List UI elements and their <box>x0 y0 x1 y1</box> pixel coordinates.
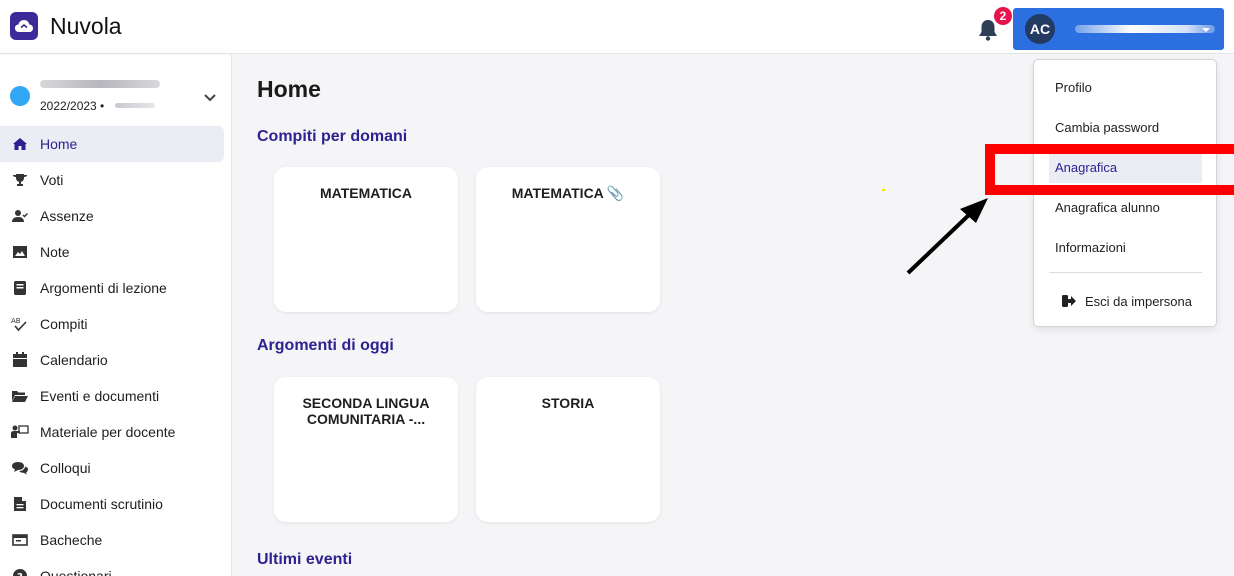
sidebar-item-label: Compiti <box>40 316 88 332</box>
sign-out-icon <box>1061 294 1077 308</box>
sidebar: 2022/2023 • Home Voti Assenze Note Argom… <box>0 55 232 576</box>
avatar <box>10 86 30 106</box>
sidebar-item-compiti[interactable]: AB Compiti <box>0 306 232 342</box>
stray-mark <box>882 189 885 191</box>
menu-item-anagrafica-alunno[interactable]: Anagrafica alunno <box>1049 191 1202 223</box>
sidebar-item-home[interactable]: Home <box>0 126 224 162</box>
menu-item-informazioni[interactable]: Informazioni <box>1049 231 1202 263</box>
sidebar-item-label: Materiale per docente <box>40 424 176 440</box>
sidebar-item-label: Argomenti di lezione <box>40 280 167 296</box>
page-title: Home <box>257 76 321 102</box>
caret-down-icon <box>1202 28 1210 32</box>
sidebar-item-voti[interactable]: Voti <box>0 162 232 198</box>
sidebar-item-colloqui[interactable]: Colloqui <box>0 450 232 486</box>
notification-badge: 2 <box>994 7 1012 25</box>
sidebar-item-label: Calendario <box>40 352 108 368</box>
student-selector[interactable]: 2022/2023 • <box>10 77 220 117</box>
redacted-student-name <box>40 80 160 88</box>
exit-label: Esci da impersona <box>1085 293 1192 309</box>
sidebar-item-documenti-scrutinio[interactable]: Documenti scrutinio <box>0 486 232 522</box>
section-title-compiti: Compiti per domani <box>257 128 408 145</box>
teacher-icon <box>10 422 30 442</box>
sidebar-item-label: Colloqui <box>40 460 91 476</box>
spellcheck-icon: AB <box>10 314 30 334</box>
paperclip-icon: 📎 <box>606 185 625 201</box>
sidebar-item-label: Home <box>40 136 78 152</box>
svg-text:AB: AB <box>11 317 21 325</box>
top-bar: Nuvola 2 AC <box>0 0 1234 54</box>
topic-card[interactable]: SECONDA LINGUA COMUNITARIA -... <box>274 377 458 522</box>
redacted-user-name <box>1075 25 1215 33</box>
menu-item-profilo[interactable]: Profilo <box>1049 71 1202 103</box>
comments-icon <box>10 458 30 478</box>
sidebar-item-label: Note <box>40 244 70 260</box>
card-subject: MATEMATICA <box>511 185 604 201</box>
question-circle-icon: ? <box>10 566 30 576</box>
section-title-eventi: Ultimi eventi <box>257 551 353 568</box>
topic-card[interactable]: STORIA <box>476 377 660 522</box>
sidebar-item-label: Eventi e documenti <box>40 388 160 404</box>
cloud-icon <box>10 12 38 40</box>
app-name: Nuvola <box>50 12 122 39</box>
sidebar-item-assenze[interactable]: Assenze <box>0 198 232 234</box>
sidebar-item-label: Documenti scrutinio <box>40 496 163 512</box>
sidebar-item-label: Voti <box>40 172 64 188</box>
sidebar-item-questionari[interactable]: ? Questionari <box>0 558 232 576</box>
svg-text:?: ? <box>17 572 23 576</box>
menu-divider <box>1049 272 1202 273</box>
menu-item-cambia-password[interactable]: Cambia password <box>1049 111 1202 143</box>
card-subject: MATEMATICA <box>319 185 413 201</box>
annotation-highlight-box <box>985 144 1234 195</box>
chevron-down-icon[interactable] <box>202 89 218 105</box>
calendar-icon <box>10 350 30 370</box>
sidebar-item-argomenti[interactable]: Argomenti di lezione <box>0 270 232 306</box>
homework-card[interactable]: MATEMATICA 📎 <box>476 167 660 312</box>
sidebar-item-materiale[interactable]: Materiale per docente <box>0 414 232 450</box>
user-check-icon <box>10 206 30 226</box>
redacted-class-name <box>115 103 155 108</box>
sidebar-item-label: Bacheche <box>40 532 103 548</box>
home-icon <box>10 134 30 154</box>
school-year-label: 2022/2023 • <box>40 99 105 113</box>
avatar: AC <box>1025 14 1055 44</box>
sidebar-item-bacheche[interactable]: Bacheche <box>0 522 232 558</box>
folder-open-icon <box>10 386 30 406</box>
file-icon <box>10 494 30 514</box>
user-menu-button[interactable]: AC <box>1013 8 1224 50</box>
sidebar-item-label: Questionari <box>40 568 112 576</box>
sidebar-item-note[interactable]: Note <box>0 234 232 270</box>
image-note-icon <box>10 242 30 262</box>
sidebar-nav: Home Voti Assenze Note Argomenti di lezi… <box>0 126 232 576</box>
sidebar-item-eventi[interactable]: Eventi e documenti <box>0 378 232 414</box>
annotation-arrow-icon <box>906 198 988 275</box>
section-title-argomenti: Argomenti di oggi <box>257 337 394 354</box>
exit-impersonate-button[interactable]: Esci da impersona <box>1061 286 1201 316</box>
trophy-icon <box>10 170 30 190</box>
card-subject: STORIA <box>541 395 595 411</box>
homework-card[interactable]: MATEMATICA <box>274 167 458 312</box>
card-subject: SECONDA LINGUA COMUNITARIA -... <box>302 395 430 427</box>
brand[interactable]: Nuvola <box>10 12 122 40</box>
board-icon <box>10 530 30 550</box>
sidebar-item-calendario[interactable]: Calendario <box>0 342 232 378</box>
sidebar-item-label: Assenze <box>40 208 94 224</box>
book-icon <box>10 278 30 298</box>
